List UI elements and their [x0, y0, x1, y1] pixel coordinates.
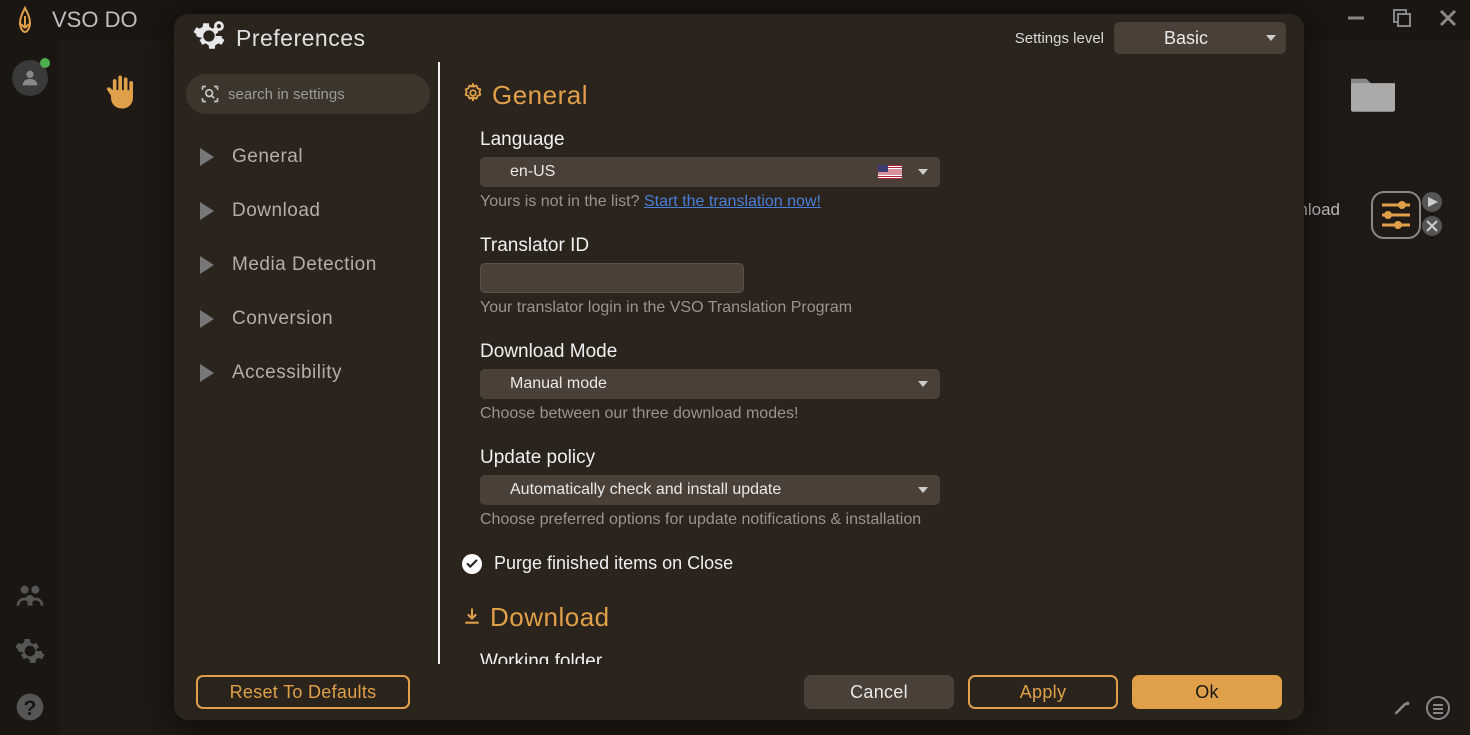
- field-label: Translator ID: [480, 235, 1274, 257]
- nav-item-conversion[interactable]: Conversion: [186, 294, 430, 344]
- translator-id-input[interactable]: [480, 263, 744, 293]
- filter-controls[interactable]: [1370, 190, 1450, 245]
- nav-item-label: Media Detection: [232, 254, 377, 276]
- play-icon: [200, 364, 214, 382]
- app-logo-icon: [10, 5, 40, 35]
- close-button[interactable]: [1434, 4, 1462, 32]
- chevron-down-icon: [918, 381, 928, 387]
- preferences-content[interactable]: General Language en-US Yours is not in t…: [440, 62, 1304, 664]
- play-icon: [200, 256, 214, 274]
- field-hint: Choose between our three download modes!: [480, 405, 1274, 423]
- menu-icon[interactable]: [1426, 696, 1450, 725]
- section-header-general: General: [462, 80, 1274, 111]
- search-input[interactable]: [228, 86, 427, 103]
- hand-icon[interactable]: [100, 70, 144, 119]
- nav-item-download[interactable]: Download: [186, 186, 430, 236]
- left-sidebar: ?: [0, 40, 60, 735]
- update-policy-select[interactable]: Automatically check and install update: [480, 475, 940, 505]
- community-icon[interactable]: [10, 575, 50, 615]
- field-purge: Purge finished items on Close: [462, 553, 1274, 574]
- chevron-down-icon: [1266, 35, 1276, 41]
- play-icon: [200, 310, 214, 328]
- maximize-button[interactable]: [1388, 4, 1416, 32]
- select-value: Manual mode: [510, 375, 607, 393]
- settings-level-label: Settings level: [1015, 30, 1104, 47]
- flag-us-icon: [878, 165, 902, 179]
- modal-title: Preferences: [236, 25, 366, 52]
- nav-item-label: General: [232, 146, 303, 168]
- checkbox-label: Purge finished items on Close: [494, 553, 733, 574]
- field-hint: Yours is not in the list? Start the tran…: [480, 193, 1274, 211]
- brush-icon[interactable]: [1392, 697, 1414, 724]
- nav-item-media-detection[interactable]: Media Detection: [186, 240, 430, 290]
- play-icon: [200, 202, 214, 220]
- section-header-download: Download: [462, 602, 1274, 633]
- apply-button[interactable]: Apply: [968, 675, 1118, 709]
- field-download-mode: Download Mode Manual mode Choose between…: [480, 341, 1274, 423]
- field-hint: Choose preferred options for update noti…: [480, 511, 1274, 529]
- chevron-down-icon: [918, 487, 928, 493]
- preferences-sidebar: General Download Media Detection Convers…: [178, 62, 440, 664]
- nav-item-label: Conversion: [232, 308, 333, 330]
- field-language: Language en-US Yours is not in the list?…: [480, 129, 1274, 211]
- select-value: Automatically check and install update: [510, 481, 781, 499]
- language-select[interactable]: en-US: [480, 157, 940, 187]
- nav-item-label: Accessibility: [232, 362, 342, 384]
- svg-text:?: ?: [23, 696, 36, 720]
- gear-outline-icon: [462, 80, 484, 111]
- field-label: Working folder: [480, 651, 1274, 664]
- app-title: VSO DO: [52, 7, 138, 33]
- purge-checkbox[interactable]: [462, 554, 482, 574]
- search-box[interactable]: [186, 74, 430, 114]
- section-title: General: [492, 80, 588, 111]
- chevron-down-icon: [918, 169, 928, 175]
- section-title: Download: [490, 602, 610, 633]
- folder-icon[interactable]: [1346, 70, 1400, 119]
- reset-button[interactable]: Reset To Defaults: [196, 675, 410, 709]
- field-hint: Your translator login in the VSO Transla…: [480, 299, 1274, 317]
- field-update-policy: Update policy Automatically check and in…: [480, 447, 1274, 529]
- play-icon: [200, 148, 214, 166]
- settings-icon[interactable]: [10, 631, 50, 671]
- nav-item-general[interactable]: General: [186, 132, 430, 182]
- minimize-button[interactable]: [1342, 4, 1370, 32]
- nav-item-accessibility[interactable]: Accessibility: [186, 348, 430, 398]
- ok-button[interactable]: Ok: [1132, 675, 1282, 709]
- preferences-modal: Preferences Settings level Basic General…: [174, 14, 1304, 720]
- field-working-folder: Working folder: [480, 651, 1274, 664]
- select-value: en-US: [510, 163, 555, 181]
- settings-level-select[interactable]: Basic: [1114, 22, 1286, 54]
- modal-footer: Reset To Defaults Cancel Apply Ok: [174, 664, 1304, 720]
- user-avatar[interactable]: [12, 60, 48, 96]
- field-label: Download Mode: [480, 341, 1274, 363]
- field-translator-id: Translator ID Your translator login in t…: [480, 235, 1274, 317]
- cancel-button[interactable]: Cancel: [804, 675, 954, 709]
- nav-item-label: Download: [232, 200, 321, 222]
- help-icon[interactable]: ?: [10, 687, 50, 727]
- field-label: Language: [480, 129, 1274, 151]
- settings-level-value: Basic: [1164, 28, 1208, 49]
- translation-link[interactable]: Start the translation now!: [644, 193, 821, 210]
- search-icon: [200, 84, 220, 104]
- download-mode-select[interactable]: Manual mode: [480, 369, 940, 399]
- modal-header: Preferences Settings level Basic: [174, 14, 1304, 62]
- field-label: Update policy: [480, 447, 1274, 469]
- download-icon: [462, 602, 482, 633]
- gear-icon: [192, 19, 226, 58]
